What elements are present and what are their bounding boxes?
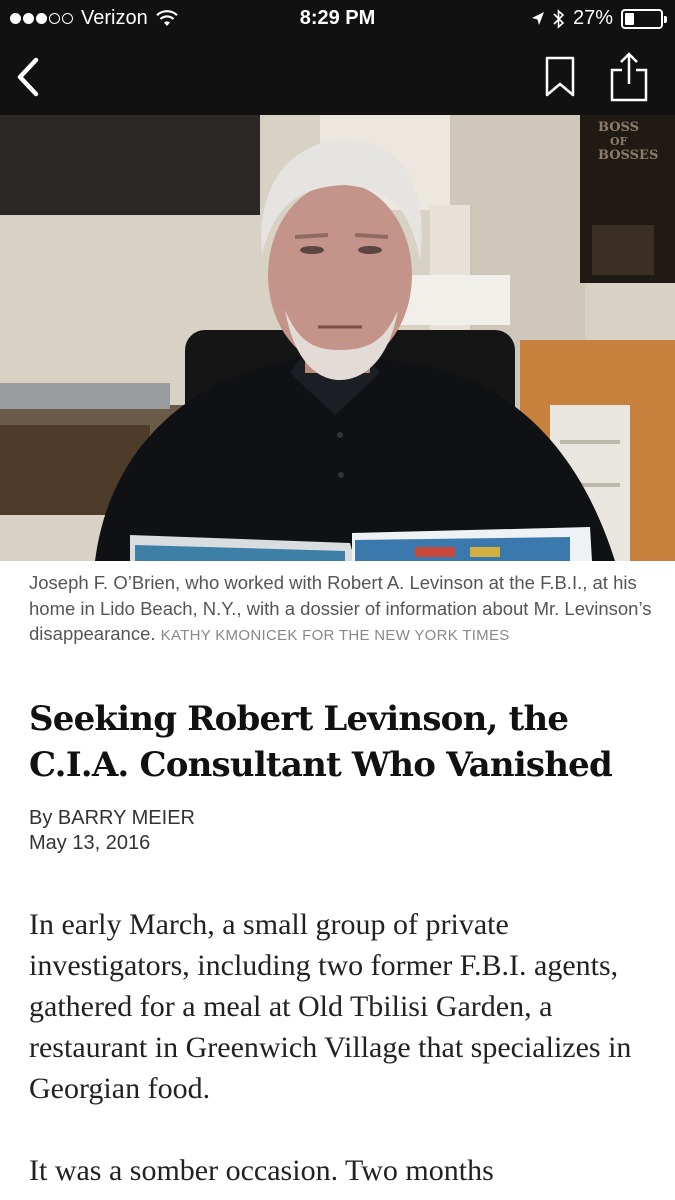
back-button[interactable]: [6, 38, 50, 115]
article-photo: BOSS OF BOSSES: [0, 115, 675, 561]
status-right: 27%: [531, 7, 667, 30]
photo-credit: KATHY KMONICEK FOR THE NEW YORK TIMES: [160, 627, 510, 644]
bluetooth-icon: [553, 8, 565, 29]
share-button[interactable]: [605, 38, 653, 115]
article-byline-block: By BARRY MEIER May 13, 2016: [29, 806, 629, 856]
share-icon: [610, 51, 648, 101]
battery-icon: [621, 8, 667, 29]
poster-text-3: BOSSES: [598, 148, 658, 163]
poster-text-2: OF: [610, 135, 628, 148]
nav-bar: [0, 38, 675, 115]
chevron-left-icon: [17, 57, 39, 96]
byline-author: By BARRY MEIER: [29, 807, 195, 829]
photo-caption: Joseph F. O’Brien, who worked with Rober…: [29, 570, 654, 649]
article-paragraph: In early March, a small group of private…: [29, 908, 632, 1105]
article-headline: Seeking Robert Levinson, the C.I.A. Cons…: [29, 699, 613, 785]
poster-text-1: BOSS: [598, 120, 639, 135]
article-paragraph: It was a somber occasion. Two months: [29, 1154, 494, 1187]
portrait-photo: BOSS OF BOSSES: [0, 115, 675, 561]
battery-percent: 27%: [572, 7, 613, 29]
battery-level: [625, 12, 634, 25]
bookmark-icon: [545, 56, 575, 96]
location-arrow-icon: [531, 11, 544, 25]
publish-date: May 13, 2016: [29, 832, 151, 854]
status-bar: Verizon 8:29 PM 27%: [0, 0, 675, 38]
bookmark-button[interactable]: [540, 38, 580, 115]
